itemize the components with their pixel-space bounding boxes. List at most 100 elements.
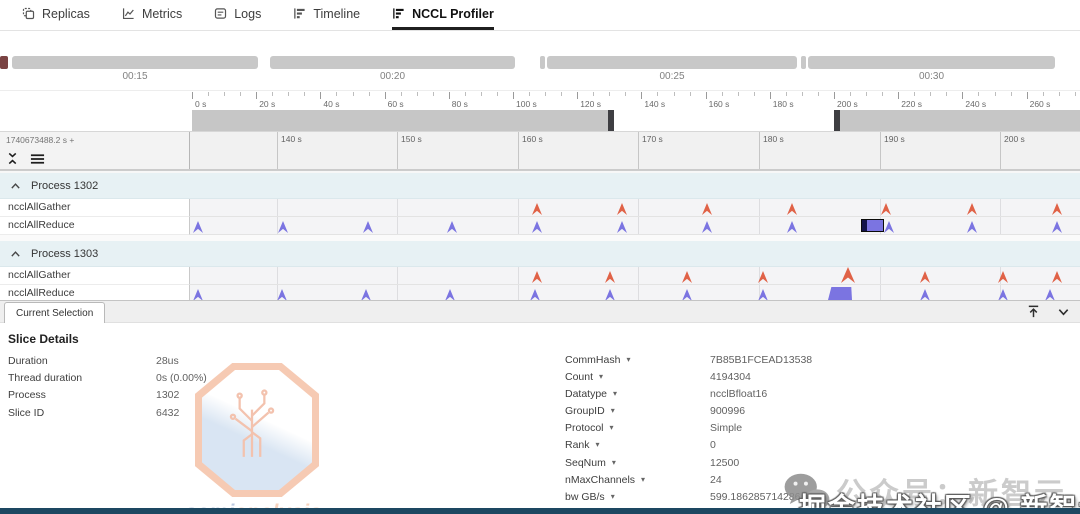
event-arrow[interactable] [881, 203, 891, 215]
detail-label-dropdown[interactable]: SeqNum [565, 457, 710, 474]
timeline-icon [293, 7, 306, 20]
event-arrow-large[interactable] [841, 267, 855, 283]
event-arrow[interactable] [617, 221, 627, 233]
viewport-gridline [397, 132, 398, 169]
ruler-minor-tick [753, 92, 755, 96]
tab-timeline[interactable]: Timeline [293, 0, 360, 30]
detail-label-dropdown[interactable]: bw GB/s [565, 491, 710, 508]
process-header-process-1303[interactable]: Process 1303 [0, 241, 1080, 267]
detail-label-dropdown[interactable]: Rank [565, 439, 710, 456]
event-slice[interactable] [828, 287, 852, 300]
ruler-major-tick [192, 92, 193, 99]
detail-label-dropdown[interactable]: nMaxChannels [565, 474, 710, 491]
ruler-minor-tick [432, 92, 434, 96]
tab-label: NCCL Profiler [412, 6, 494, 21]
event-arrow[interactable] [702, 221, 712, 233]
event-arrow[interactable] [278, 221, 288, 233]
ruler-minor-tick [416, 92, 418, 96]
tab-metrics[interactable]: Metrics [122, 0, 182, 30]
viewport-gridline [880, 132, 881, 169]
track-gridline [759, 217, 760, 234]
event-arrow[interactable] [1052, 271, 1062, 283]
ruler-minor-tick [625, 92, 627, 96]
detail-label-dropdown[interactable]: CommHash [565, 354, 710, 371]
detail-label: Duration [8, 355, 48, 367]
event-slice[interactable] [861, 219, 884, 232]
track-canvas[interactable] [190, 217, 1080, 235]
brush-handle-left[interactable] [608, 110, 614, 131]
viewport-gridline [638, 132, 639, 169]
minimap-bar-fragment [0, 56, 8, 69]
detail-label-dropdown[interactable]: Datatype [565, 388, 710, 405]
brush-handle-right[interactable] [834, 110, 840, 131]
minimap-bar[interactable] [547, 56, 797, 69]
track-label[interactable]: ncclAllGather [0, 267, 190, 285]
event-arrow[interactable] [605, 271, 615, 283]
tab-current-selection[interactable]: Current Selection [4, 302, 106, 324]
track-label[interactable]: ncclAllReduce [0, 217, 190, 235]
track-canvas[interactable] [190, 199, 1080, 217]
event-arrow[interactable] [967, 221, 977, 233]
event-arrow[interactable] [1052, 203, 1062, 215]
chevron-down-icon[interactable] [1057, 307, 1070, 317]
ruler-tick-label: 140 s [644, 99, 666, 109]
track-label[interactable]: ncclAllGather [0, 199, 190, 217]
minimap-bar-fragment [540, 56, 545, 69]
track-gridline [880, 267, 881, 284]
track-gridline [277, 217, 278, 234]
event-arrow[interactable] [1052, 221, 1062, 233]
tab-label: Timeline [313, 6, 361, 21]
expand-panel-icon[interactable] [1026, 304, 1041, 319]
event-arrow[interactable] [920, 271, 930, 283]
event-arrow[interactable] [787, 221, 797, 233]
minimap-bar[interactable] [12, 56, 258, 69]
ruler-minor-tick [817, 92, 819, 96]
ruler-minor-tick [400, 92, 402, 96]
ruler-tick-label: 200 s [837, 99, 858, 109]
event-arrow[interactable] [787, 203, 797, 215]
ruler-minor-tick [480, 92, 482, 96]
detail-label-dropdown[interactable]: Protocol [565, 422, 710, 439]
ruler-minor-tick [304, 92, 306, 96]
ruler-minor-tick [930, 92, 932, 96]
ruler-tick-label: 80 s [451, 99, 468, 109]
ruler-tick-label: 220 s [901, 99, 922, 109]
tab-replicas[interactable]: Replicas [22, 0, 90, 30]
detail-label: Process [8, 389, 46, 402]
event-arrow[interactable] [532, 271, 542, 283]
track-gridline [518, 267, 519, 284]
ruler-tick-label: 120 s [580, 99, 601, 109]
event-arrow[interactable] [363, 221, 373, 233]
minimap-bar[interactable] [270, 56, 515, 69]
ruler-minor-tick [593, 92, 595, 96]
track-canvas[interactable] [190, 267, 1080, 285]
event-arrow[interactable] [532, 221, 542, 233]
tab-logs[interactable]: Logs [214, 0, 261, 30]
nccl-profiler-app: Replicas Metrics Logs Timeline NCCL Profiler… [0, 0, 1080, 514]
ruler-tick-label: 240 s [965, 99, 987, 109]
detail-label: Thread duration [8, 372, 83, 385]
track-row-ncclallreduce: ncclAllReduce [0, 217, 1080, 235]
overview-ruler: 0 s 20 s 40 s 60 s 80 s 100 s 120 s 140 s 160 s 1… [0, 90, 1080, 111]
event-arrow[interactable] [884, 221, 894, 233]
tab-nccl-profiler[interactable]: NCCL Profiler [392, 0, 494, 30]
minimap-bar[interactable] [808, 56, 1055, 69]
detail-value: 0 [710, 439, 716, 452]
detail-label-dropdown[interactable]: Count [565, 371, 710, 388]
ruler-minor-tick [1010, 92, 1012, 96]
ruler-major-tick [384, 92, 386, 99]
overview-brush[interactable] [0, 110, 1080, 131]
event-arrow[interactable] [702, 203, 712, 215]
event-arrow[interactable] [447, 221, 457, 233]
track-gridline [397, 267, 398, 284]
event-arrow[interactable] [617, 203, 627, 215]
process-header-process-1302[interactable]: Process 1302 [0, 173, 1080, 199]
event-arrow[interactable] [193, 221, 203, 233]
detail-label-dropdown[interactable]: GroupID [565, 405, 710, 422]
tab-label: Metrics [141, 6, 183, 21]
bottom-accent-bar [0, 508, 1080, 514]
ruler-minor-tick [866, 92, 868, 96]
event-arrow[interactable] [532, 203, 542, 215]
event-arrow[interactable] [967, 203, 977, 215]
event-arrow[interactable] [682, 271, 692, 283]
